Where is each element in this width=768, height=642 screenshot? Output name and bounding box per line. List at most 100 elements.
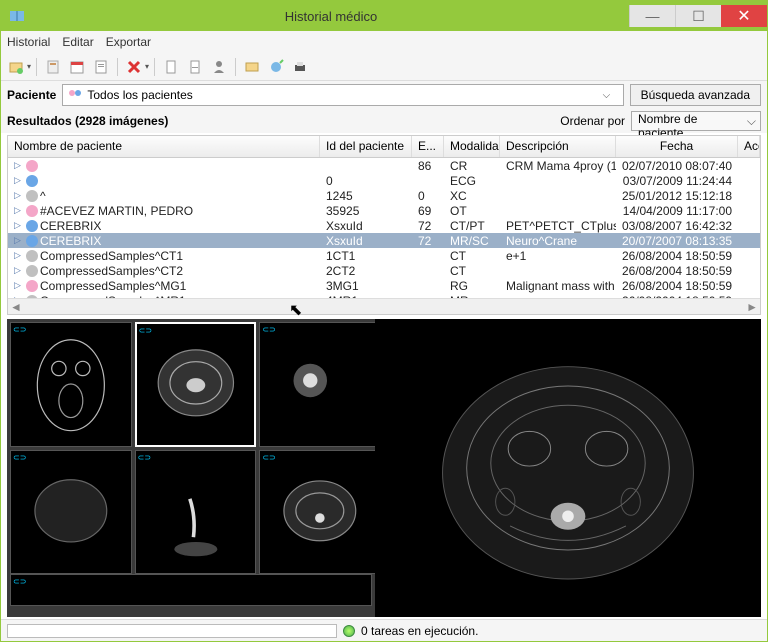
import-dropdown[interactable]: ▾ bbox=[27, 62, 31, 71]
cell-desc: CRM Mama 4proy (18x bbox=[500, 159, 616, 173]
cell-name: CEREBRIX bbox=[40, 234, 101, 248]
table-row[interactable]: ▷CEREBRIXXsxuId72CT/PTPET^PETCT_CTplusFE… bbox=[8, 218, 760, 233]
report-button[interactable] bbox=[90, 56, 112, 78]
expand-icon[interactable]: ▷ bbox=[14, 220, 24, 231]
expand-icon[interactable]: ▷ bbox=[14, 265, 24, 276]
table-row[interactable]: ▷CompressedSamples^CT11CT1CTe+126/08/200… bbox=[8, 248, 760, 263]
import-button[interactable] bbox=[5, 56, 27, 78]
close-button[interactable]: ✕ bbox=[721, 5, 767, 27]
table-row[interactable]: ▷CompressedSamples^CT22CT2CT26/08/2004 1… bbox=[8, 263, 760, 278]
grid-header: Nombre de paciente Id del paciente E... … bbox=[8, 136, 760, 158]
patient-combo[interactable]: Todos los pacientes ⌵ bbox=[62, 84, 623, 106]
thumbnail-4[interactable]: ⊂⊃ bbox=[10, 450, 132, 575]
expand-icon[interactable]: ▷ bbox=[14, 250, 24, 261]
patient-type-icon bbox=[26, 160, 38, 172]
cell-mod: OT bbox=[444, 204, 500, 218]
cell-desc: Malignant mass with mi bbox=[500, 279, 616, 293]
patient-type-icon bbox=[26, 220, 38, 232]
table-row[interactable]: ▷ CompressedSamples^MG1 3MG1 RGMalignant ma… bbox=[8, 278, 760, 293]
col-date[interactable]: Fecha bbox=[616, 136, 738, 157]
patient-type-icon bbox=[26, 235, 38, 247]
user-button[interactable] bbox=[208, 56, 230, 78]
sort-select[interactable]: Nombre de paciente bbox=[631, 111, 761, 131]
doc1-button[interactable] bbox=[160, 56, 182, 78]
col-e[interactable]: E... bbox=[412, 136, 444, 157]
cell-name: #ACEVEZ MARTIN, PEDRO bbox=[40, 204, 193, 218]
thumbnail-6[interactable]: ⊂⊃ bbox=[259, 450, 381, 575]
app-icon bbox=[9, 8, 25, 24]
menubar: Historial Editar Exportar bbox=[1, 31, 767, 53]
results-grid: ⬉ Nombre de paciente Id del paciente E..… bbox=[7, 135, 761, 315]
image-viewer[interactable] bbox=[375, 319, 761, 617]
cell-date: 25/01/2012 15:12:18 bbox=[616, 189, 738, 203]
col-name[interactable]: Nombre de paciente bbox=[8, 136, 320, 157]
cell-pid: XsxuId bbox=[320, 219, 412, 233]
expand-icon[interactable]: ▷ bbox=[14, 190, 24, 201]
patients-icon bbox=[67, 87, 83, 103]
cell-e: 72 bbox=[412, 219, 444, 233]
col-desc[interactable]: Descripción bbox=[500, 136, 616, 157]
expand-icon[interactable]: ▷ bbox=[14, 235, 24, 246]
cell-name: ^ bbox=[40, 189, 46, 203]
cell-e: 72 bbox=[412, 234, 444, 248]
expand-icon[interactable]: ▷ bbox=[14, 175, 24, 186]
minimize-button[interactable]: — bbox=[629, 5, 675, 27]
doc2-button[interactable] bbox=[184, 56, 206, 78]
col-pid[interactable]: Id del paciente bbox=[320, 136, 412, 157]
cell-pid: 3MG1 bbox=[320, 279, 412, 293]
thumbnail-2[interactable]: ⊂⊃ bbox=[135, 322, 257, 447]
table-row[interactable]: ▷CEREBRIXXsxuId72MR/SCNeuro^Crane20/07/2… bbox=[8, 233, 760, 248]
patient-label: Paciente bbox=[7, 88, 56, 102]
menu-editar[interactable]: Editar bbox=[62, 35, 93, 49]
expand-icon[interactable]: ▷ bbox=[14, 205, 24, 216]
calendar-button[interactable] bbox=[66, 56, 88, 78]
thumbnail-panel: ⊂⊃ ⊂⊃ ⊂⊃ ⊂⊃ ⊂⊃ ⊂⊃ ⊂⊃ bbox=[7, 319, 375, 617]
delete-dropdown[interactable]: ▾ bbox=[145, 62, 149, 71]
titlebar: Historial médico — ☐ ✕ bbox=[1, 1, 767, 31]
preview-pane: ⊂⊃ ⊂⊃ ⊂⊃ ⊂⊃ ⊂⊃ ⊂⊃ ⊂⊃ bbox=[7, 319, 761, 617]
table-row[interactable]: ▷0ECG03/07/2009 11:24:44 bbox=[8, 173, 760, 188]
cell-mod: RG bbox=[444, 279, 500, 293]
cell-e: 0 bbox=[412, 189, 444, 203]
maximize-button[interactable]: ☐ bbox=[675, 5, 721, 27]
grid-body[interactable]: ▷86CRCRM Mama 4proy (18x02/07/2010 08:07… bbox=[8, 158, 760, 298]
clipboard-button[interactable] bbox=[42, 56, 64, 78]
results-count: Resultados (2928 imágenes) bbox=[7, 114, 560, 128]
cell-name: CompressedSamples^MG1 bbox=[40, 279, 186, 293]
cell-date: 02/07/2010 08:07:40 bbox=[616, 159, 738, 173]
patient-filter-row: Paciente Todos los pacientes ⌵ Búsqueda … bbox=[1, 81, 767, 109]
print-button[interactable] bbox=[289, 56, 311, 78]
menu-historial[interactable]: Historial bbox=[7, 35, 50, 49]
grid-hscrollbar[interactable]: ◄► bbox=[8, 298, 760, 314]
cell-mod: XC bbox=[444, 189, 500, 203]
table-row[interactable]: ▷^12450XC25/01/2012 15:12:18 bbox=[8, 188, 760, 203]
send-button[interactable] bbox=[241, 56, 263, 78]
table-row[interactable]: ▷86CRCRM Mama 4proy (18x02/07/2010 08:07… bbox=[8, 158, 760, 173]
cell-mod: CT bbox=[444, 249, 500, 263]
cell-name: CompressedSamples^CT1 bbox=[40, 249, 183, 263]
cell-mod: CR bbox=[444, 159, 500, 173]
expand-icon[interactable]: ▷ bbox=[14, 280, 24, 291]
share-button[interactable] bbox=[265, 56, 287, 78]
thumbnail-strip[interactable]: ⊂⊃ bbox=[10, 574, 372, 606]
table-row[interactable]: ▷#ACEVEZ MARTIN, PEDRO3592569OT14/04/200… bbox=[8, 203, 760, 218]
menu-exportar[interactable]: Exportar bbox=[106, 35, 151, 49]
delete-button[interactable] bbox=[123, 56, 145, 78]
col-mod[interactable]: Modalidad bbox=[444, 136, 500, 157]
cell-date: 26/08/2004 18:50:59 bbox=[616, 279, 738, 293]
advanced-search-button[interactable]: Búsqueda avanzada bbox=[630, 84, 761, 106]
thumbnail-5[interactable]: ⊂⊃ bbox=[135, 450, 257, 575]
sort-label: Ordenar por bbox=[560, 114, 625, 128]
col-acc[interactable]: Acc bbox=[738, 136, 760, 157]
patient-type-icon bbox=[26, 280, 38, 292]
status-text: 0 tareas en ejecución. bbox=[361, 624, 478, 638]
thumbnail-3[interactable]: ⊂⊃ bbox=[259, 322, 381, 447]
expand-icon[interactable]: ▷ bbox=[14, 160, 24, 171]
cell-mod: ECG bbox=[444, 174, 500, 188]
thumbnail-1[interactable]: ⊂⊃ bbox=[10, 322, 132, 447]
patient-combo-text: Todos los pacientes bbox=[87, 88, 602, 102]
patient-type-icon bbox=[26, 250, 38, 262]
cell-mod: CT bbox=[444, 264, 500, 278]
cell-date: 03/08/2007 16:42:32 bbox=[616, 219, 738, 233]
cell-date: 20/07/2007 08:13:35 bbox=[616, 234, 738, 248]
